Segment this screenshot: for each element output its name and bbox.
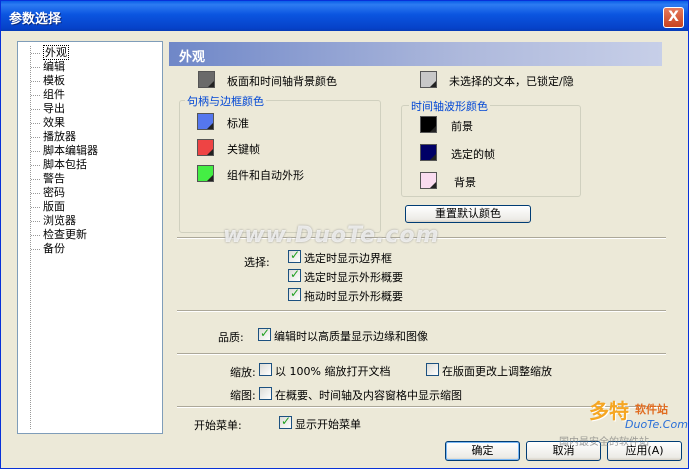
ok-button[interactable]: 确定: [445, 441, 520, 461]
nav-item[interactable]: 浏览器: [31, 214, 98, 228]
start-menu-label: 开始菜单:: [194, 419, 242, 432]
nav-item-label: 检查更新: [43, 228, 87, 241]
adjust-zoom-label: 在版面更改上调整缩放: [442, 365, 552, 378]
nav-item-label: 播放器: [43, 130, 76, 143]
bg-color-label: 板面和时间轴背景颜色: [227, 75, 337, 88]
show-bounding-box-checkbox[interactable]: [288, 248, 301, 263]
show-bounding-box-label: 选定时显示边界框: [304, 252, 392, 265]
unselected-text-swatch[interactable]: [420, 71, 437, 88]
nav-item[interactable]: 密码: [31, 186, 98, 200]
show-start-menu-checkbox[interactable]: [279, 414, 292, 429]
nav-item-label: 编辑: [43, 60, 65, 73]
selected-frame-color-label: 选定的帧: [451, 148, 495, 161]
nav-item-label: 模板: [43, 74, 65, 87]
standard-color-swatch[interactable]: [197, 113, 214, 130]
bg-color-swatch[interactable]: [198, 71, 215, 88]
watermark-logo: 多特 软件站 DuoTe.Com 国内最安全的软件站: [559, 391, 688, 453]
thumbnail-label: 缩图:: [230, 389, 256, 402]
preferences-dialog: 参数选择 X 外观 编辑 模板 组件 导出 效果 播放器 脚本编辑器 脚本包括 警告 密码 版面 浏览器…: [0, 0, 689, 469]
nav-item-label: 外观: [43, 45, 69, 60]
watermark-url: DuoTe.Com: [625, 418, 688, 431]
nav-item[interactable]: 编辑: [31, 60, 98, 74]
show-outline-on-select-checkbox[interactable]: [288, 267, 301, 282]
show-outline-on-drag-checkbox[interactable]: [288, 286, 301, 301]
nav-item[interactable]: 脚本包括: [31, 158, 98, 172]
adjust-zoom-checkbox[interactable]: [426, 363, 439, 376]
watermark-brand: 多特: [589, 399, 629, 423]
nav-item-label: 浏览器: [43, 214, 76, 227]
show-outline-on-select-label: 选定时显示外形概要: [304, 271, 403, 284]
nav-item[interactable]: 版面: [31, 200, 98, 214]
nav-item-label: 效果: [43, 116, 65, 129]
selected-frame-color-swatch[interactable]: [420, 144, 437, 161]
background-color-swatch[interactable]: [420, 172, 437, 189]
nav-item[interactable]: 警告: [31, 172, 98, 186]
watermark-note: 国内最安全的软件站: [559, 437, 649, 448]
panel-title: 外观: [169, 42, 662, 66]
nav-item[interactable]: 导出: [31, 102, 98, 116]
close-button[interactable]: X: [663, 7, 684, 28]
foreground-color-swatch[interactable]: [420, 116, 437, 133]
nav-item[interactable]: 检查更新: [31, 228, 98, 242]
nav-item[interactable]: 组件: [31, 88, 98, 102]
nav-item-label: 密码: [43, 186, 65, 199]
show-thumbnails-checkbox[interactable]: [259, 387, 272, 400]
category-tree-list: 外观 编辑 模板 组件 导出 效果 播放器 脚本编辑器 脚本包括 警告 密码 版面 浏览器 检查更新 备份: [30, 45, 98, 429]
unselected-text-label: 未选择的文本，已锁定/隐: [449, 75, 574, 88]
divider: [177, 310, 666, 312]
title-bar[interactable]: 参数选择 X: [1, 1, 688, 31]
standard-color-label: 标准: [227, 117, 249, 130]
show-outline-on-drag-label: 拖动时显示外形概要: [304, 290, 403, 303]
divider: [177, 353, 666, 355]
component-color-swatch[interactable]: [197, 165, 214, 182]
keyframe-color-label: 关键帧: [227, 143, 260, 156]
nav-item-label: 组件: [43, 88, 65, 101]
reset-colors-button[interactable]: 重置默认颜色: [405, 205, 531, 223]
high-quality-checkbox[interactable]: [258, 326, 271, 341]
window-title: 参数选择: [9, 12, 62, 27]
waveform-group-title: 时间轴波形颜色: [409, 98, 490, 114]
high-quality-option-label: 编辑时以高质量显示边缘和图像: [274, 330, 428, 343]
zoom-label: 缩放:: [230, 366, 256, 379]
zoom-100-checkbox[interactable]: [259, 363, 272, 376]
show-start-menu-option-label: 显示开始菜单: [295, 418, 361, 431]
foreground-color-label: 前景: [451, 120, 473, 133]
nav-item[interactable]: 外观: [31, 45, 98, 60]
component-color-label: 组件和自动外形: [227, 169, 304, 182]
zoom-100-label: 以 100% 缩放打开文档: [275, 365, 391, 378]
nav-item-label: 导出: [43, 102, 65, 115]
watermark-text: www.DuoTe.com: [223, 223, 440, 248]
handle-group-title: 句柄与边框颜色: [185, 93, 266, 109]
nav-item[interactable]: 脚本编辑器: [31, 144, 98, 158]
background-color-label: 背景: [454, 176, 476, 189]
category-tree: 外观 编辑 模板 组件 导出 效果 播放器 脚本编辑器 脚本包括 警告 密码 版面 浏览器 检查更新 备份: [17, 41, 163, 434]
show-thumbnails-label: 在概要、时间轴及内容窗格中显示缩图: [275, 389, 462, 402]
nav-item[interactable]: 模板: [31, 74, 98, 88]
select-label: 选择:: [244, 256, 270, 269]
nav-item-label: 脚本编辑器: [43, 144, 98, 157]
keyframe-color-swatch[interactable]: [197, 139, 214, 156]
nav-item-label: 备份: [43, 242, 65, 255]
nav-item[interactable]: 效果: [31, 116, 98, 130]
quality-label: 品质:: [218, 331, 244, 344]
watermark-brand-sub: 软件站: [635, 403, 668, 416]
nav-item-label: 版面: [43, 200, 65, 213]
nav-item[interactable]: 播放器: [31, 130, 98, 144]
nav-item[interactable]: 备份: [31, 242, 98, 256]
nav-item-label: 警告: [43, 172, 65, 185]
nav-item-label: 脚本包括: [43, 158, 87, 171]
